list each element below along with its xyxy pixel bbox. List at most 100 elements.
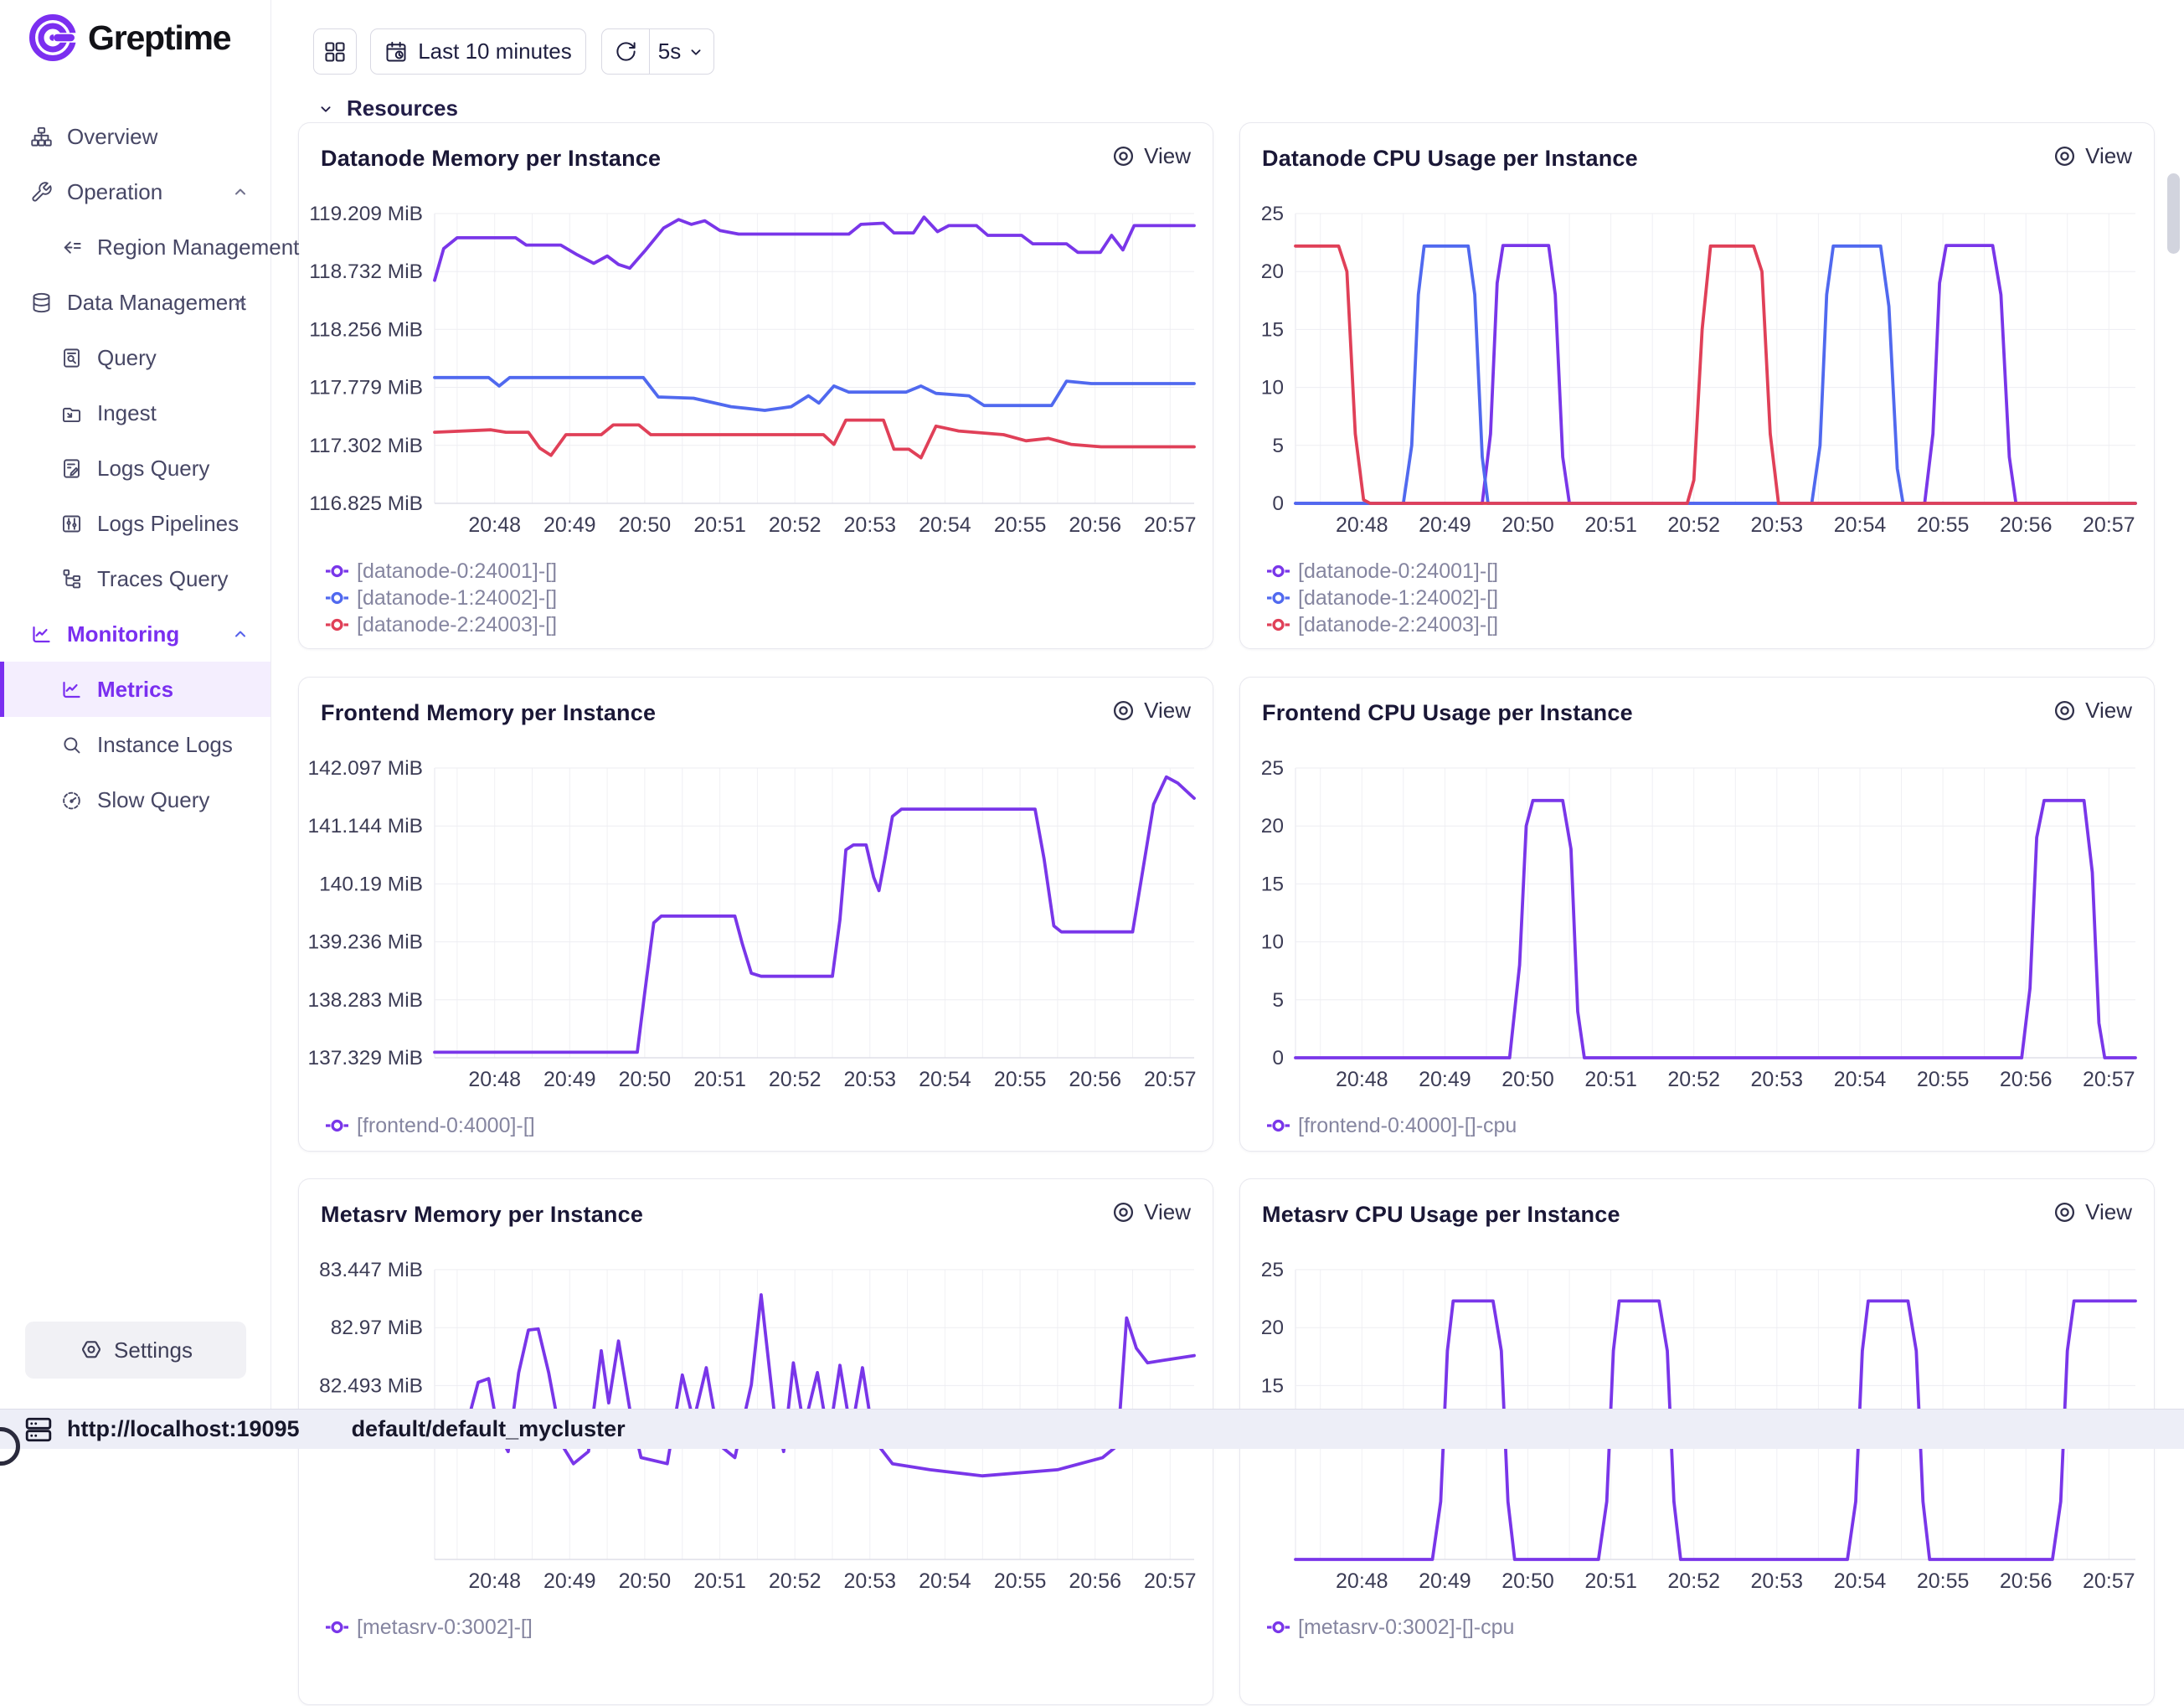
- view-button[interactable]: View: [1111, 698, 1191, 724]
- svg-text:20:48: 20:48: [468, 1569, 521, 1593]
- sidebar-item-logs-query[interactable]: Logs Query: [0, 441, 270, 496]
- series-marker-icon: [1267, 591, 1290, 605]
- view-button[interactable]: View: [2053, 143, 2132, 169]
- svg-text:20:53: 20:53: [844, 1068, 897, 1091]
- view-button[interactable]: View: [1111, 1199, 1191, 1225]
- view-label: View: [1144, 1199, 1191, 1225]
- svg-text:20:56: 20:56: [1069, 513, 1121, 537]
- svg-text:139.236 MiB: 139.236 MiB: [307, 931, 423, 954]
- refresh-interval-select[interactable]: 5s: [650, 29, 713, 74]
- legend-item[interactable]: [metasrv-0:3002]-[]: [326, 1614, 533, 1641]
- chart-canvas[interactable]: 142.097 MiB141.144 MiB140.19 MiB139.236 …: [299, 678, 1214, 1152]
- time-range-button[interactable]: Last 10 minutes: [370, 28, 586, 75]
- sidebar-item-logs-pipelines[interactable]: Logs Pipelines: [0, 496, 270, 551]
- sidebar-item-label: Query: [97, 345, 157, 371]
- chart-line-icon: [30, 623, 53, 646]
- svg-text:20:50: 20:50: [619, 1068, 672, 1091]
- view-button[interactable]: View: [2053, 698, 2132, 724]
- sidebar-item-label: Traces Query: [97, 566, 229, 592]
- sidebar-item-monitoring[interactable]: Monitoring: [0, 606, 270, 662]
- scrollbar-thumb[interactable]: [2167, 173, 2180, 254]
- chevron-up-icon[interactable]: [230, 182, 250, 202]
- chart-title: Metasrv Memory per Instance: [321, 1202, 643, 1228]
- sidebar-item-label: Logs Pipelines: [97, 511, 239, 537]
- svg-text:117.302 MiB: 117.302 MiB: [309, 435, 423, 457]
- svg-text:20:52: 20:52: [1667, 513, 1720, 537]
- view-button[interactable]: View: [1111, 143, 1191, 169]
- refresh-button[interactable]: [602, 29, 650, 74]
- svg-text:20:49: 20:49: [543, 513, 596, 537]
- svg-text:20:55: 20:55: [994, 513, 1047, 537]
- chart-legend: [metasrv-0:3002]-[]-cpu: [1267, 1614, 1514, 1641]
- settings-icon: [79, 1337, 104, 1363]
- svg-text:82.493 MiB: 82.493 MiB: [319, 1374, 423, 1397]
- sidebar-item-query[interactable]: Query: [0, 330, 270, 385]
- sidebar-item-overview[interactable]: Overview: [0, 109, 270, 164]
- svg-text:20:52: 20:52: [769, 1569, 822, 1593]
- svg-text:20:48: 20:48: [1336, 1569, 1388, 1593]
- sidebar-item-region-management[interactable]: Region Management: [0, 219, 270, 275]
- sidebar-item-instance-logs[interactable]: Instance Logs: [0, 717, 270, 772]
- chevron-up-icon[interactable]: [230, 292, 250, 312]
- svg-text:20:51: 20:51: [693, 513, 746, 537]
- chart-title: Frontend Memory per Instance: [321, 700, 656, 726]
- chart-title: Datanode Memory per Instance: [321, 146, 661, 172]
- sidebar: Greptime OverviewOperationRegion Managem…: [0, 0, 271, 1409]
- legend-item[interactable]: [datanode-1:24002]-[]: [1267, 585, 1498, 611]
- legend-item[interactable]: [datanode-2:24003]-[]: [1267, 611, 1498, 638]
- view-label: View: [2085, 698, 2132, 724]
- svg-text:20:53: 20:53: [1751, 1569, 1804, 1593]
- dashboard-layout-button[interactable]: [313, 28, 357, 75]
- sidebar-item-traces-query[interactable]: Traces Query: [0, 551, 270, 606]
- sidebar-item-label: Ingest: [97, 400, 157, 426]
- svg-text:20:52: 20:52: [1667, 1569, 1720, 1593]
- svg-text:25: 25: [1261, 757, 1284, 780]
- svg-text:20:49: 20:49: [1419, 513, 1471, 537]
- grid-icon: [323, 40, 347, 64]
- svg-text:20:52: 20:52: [1667, 1068, 1720, 1091]
- svg-text:20:57: 20:57: [1144, 513, 1197, 537]
- svg-text:20:50: 20:50: [619, 1569, 672, 1593]
- svg-text:20:51: 20:51: [1584, 1569, 1637, 1593]
- settings-button[interactable]: Settings: [25, 1322, 246, 1379]
- chart-canvas[interactable]: 252015105020:4820:4920:5020:5120:5220:53…: [1240, 678, 2156, 1152]
- legend-item[interactable]: [datanode-1:24002]-[]: [326, 585, 557, 611]
- gauge-icon: [60, 789, 83, 812]
- legend-item[interactable]: [frontend-0:4000]-[]: [326, 1112, 535, 1139]
- svg-text:15: 15: [1261, 1374, 1284, 1397]
- legend-label: [datanode-0:24001]-[]: [357, 559, 557, 584]
- chart-legend: [frontend-0:4000]-[]-cpu: [1267, 1112, 1517, 1139]
- svg-text:82.97 MiB: 82.97 MiB: [331, 1317, 423, 1339]
- sidebar-item-label: Instance Logs: [97, 732, 233, 758]
- logo[interactable]: Greptime: [28, 13, 230, 62]
- view-label: View: [2085, 143, 2132, 169]
- svg-text:20:54: 20:54: [1834, 513, 1887, 537]
- cluster-name: default/default_mycluster: [352, 1416, 626, 1442]
- svg-text:20:49: 20:49: [543, 1569, 596, 1593]
- svg-text:20:57: 20:57: [2083, 1068, 2135, 1091]
- legend-item[interactable]: [metasrv-0:3002]-[]-cpu: [1267, 1614, 1514, 1641]
- svg-text:15: 15: [1261, 873, 1284, 895]
- sidebar-nav: OverviewOperationRegion ManagementData M…: [0, 109, 270, 827]
- sidebar-item-operation[interactable]: Operation: [0, 164, 270, 219]
- svg-text:10: 10: [1261, 931, 1284, 954]
- svg-text:141.144 MiB: 141.144 MiB: [307, 815, 423, 838]
- legend-item[interactable]: [datanode-0:24001]-[]: [1267, 558, 1498, 585]
- svg-text:20:49: 20:49: [1419, 1068, 1471, 1091]
- legend-item[interactable]: [datanode-0:24001]-[]: [326, 558, 557, 585]
- section-resources-toggle[interactable]: Resources: [317, 95, 458, 121]
- legend-item[interactable]: [datanode-2:24003]-[]: [326, 611, 557, 638]
- sidebar-item-slow-query[interactable]: Slow Query: [0, 772, 270, 827]
- svg-text:20:49: 20:49: [543, 1068, 596, 1091]
- calendar-clock-icon: [384, 40, 408, 64]
- sidebar-item-metrics[interactable]: Metrics: [0, 662, 270, 717]
- view-button[interactable]: View: [2053, 1199, 2132, 1225]
- legend-item[interactable]: [frontend-0:4000]-[]-cpu: [1267, 1112, 1517, 1139]
- svg-text:20:52: 20:52: [769, 1068, 822, 1091]
- sidebar-item-ingest[interactable]: Ingest: [0, 385, 270, 441]
- chart-legend: [datanode-0:24001]-[][datanode-1:24002]-…: [326, 558, 557, 638]
- chevron-up-icon[interactable]: [230, 624, 250, 644]
- svg-text:20:50: 20:50: [619, 513, 672, 537]
- brand-name: Greptime: [88, 18, 230, 58]
- sidebar-item-data-management[interactable]: Data Management: [0, 275, 270, 330]
